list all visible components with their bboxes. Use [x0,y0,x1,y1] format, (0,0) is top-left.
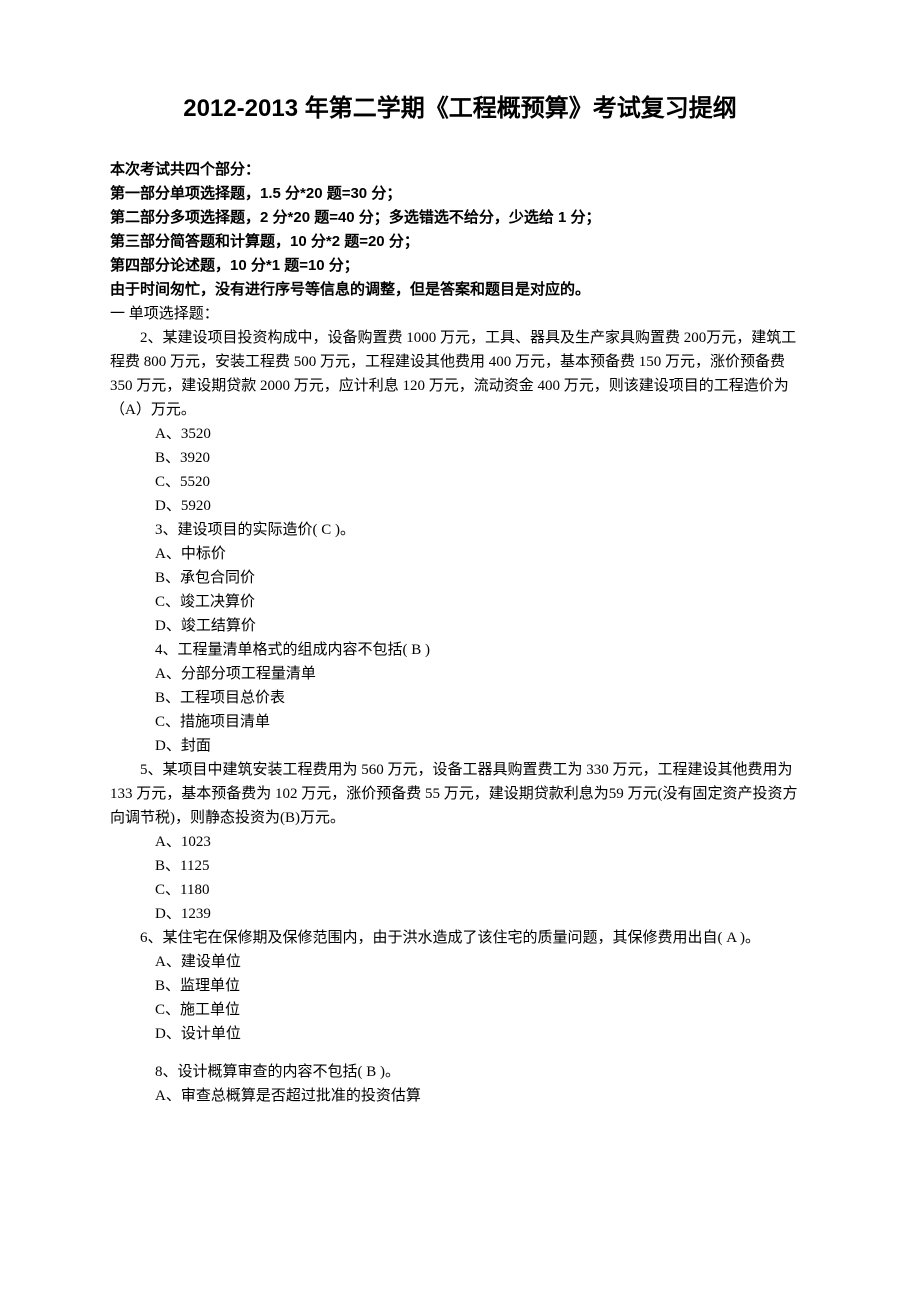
q5-opt-b: B、1125 [110,854,810,878]
q3-text: 3、建设项目的实际造价( C )。 [110,518,810,542]
q5-opt-a: A、1023 [110,830,810,854]
q4-opt-b: B、工程项目总价表 [110,686,810,710]
q3-opt-c: C、竣工决算价 [110,590,810,614]
q3-opt-b: B、承包合同价 [110,566,810,590]
q8-opt-a: A、审查总概算是否超过批准的投资估算 [110,1084,810,1108]
q2-opt-c: C、5520 [110,470,810,494]
q4-opt-a: A、分部分项工程量清单 [110,662,810,686]
q5-opt-c: C、1180 [110,878,810,902]
q6-text: 6、某住宅在保修期及保修范围内，由于洪水造成了该住宅的质量问题，其保修费用出自(… [110,926,810,950]
q2-text: 2、某建设项目投资构成中，设备购置费 1000 万元，工具、器具及生产家具购置费… [110,326,810,422]
q5-opt-d: D、1239 [110,902,810,926]
q2-opt-a: A、3520 [110,422,810,446]
q6-opt-a: A、建设单位 [110,950,810,974]
q2-opt-d: D、5920 [110,494,810,518]
intro-line-1: 本次考试共四个部分： [110,158,810,182]
q4-opt-d: D、封面 [110,734,810,758]
intro-line-2: 第一部分单项选择题，1.5 分*20 题=30 分； [110,182,810,206]
intro-line-3: 第二部分多项选择题，2 分*20 题=40 分；多选错选不给分，少选给 1 分； [110,206,810,230]
q4-text: 4、工程量清单格式的组成内容不包括( B ) [110,638,810,662]
q4-opt-c: C、措施项目清单 [110,710,810,734]
q8-text: 8、设计概算审查的内容不包括( B )。 [110,1060,810,1084]
q3-opt-a: A、中标价 [110,542,810,566]
q2-opt-b: B、3920 [110,446,810,470]
blank-line [110,1046,810,1060]
q6-opt-c: C、施工单位 [110,998,810,1022]
section-1-heading: 一 单项选择题： [110,302,810,326]
intro-line-6: 由于时间匆忙，没有进行序号等信息的调整，但是答案和题目是对应的。 [110,278,810,302]
intro-line-4: 第三部分简答题和计算题，10 分*2 题=20 分； [110,230,810,254]
q3-opt-d: D、竣工结算价 [110,614,810,638]
q6-opt-d: D、设计单位 [110,1022,810,1046]
q5-text: 5、某项目中建筑安装工程费用为 560 万元，设备工器具购置费工为 330 万元… [110,758,810,830]
q6-opt-b: B、监理单位 [110,974,810,998]
intro-line-5: 第四部分论述题，10 分*1 题=10 分； [110,254,810,278]
page-title: 2012-2013 年第二学期《工程概预算》考试复习提纲 [110,90,810,128]
